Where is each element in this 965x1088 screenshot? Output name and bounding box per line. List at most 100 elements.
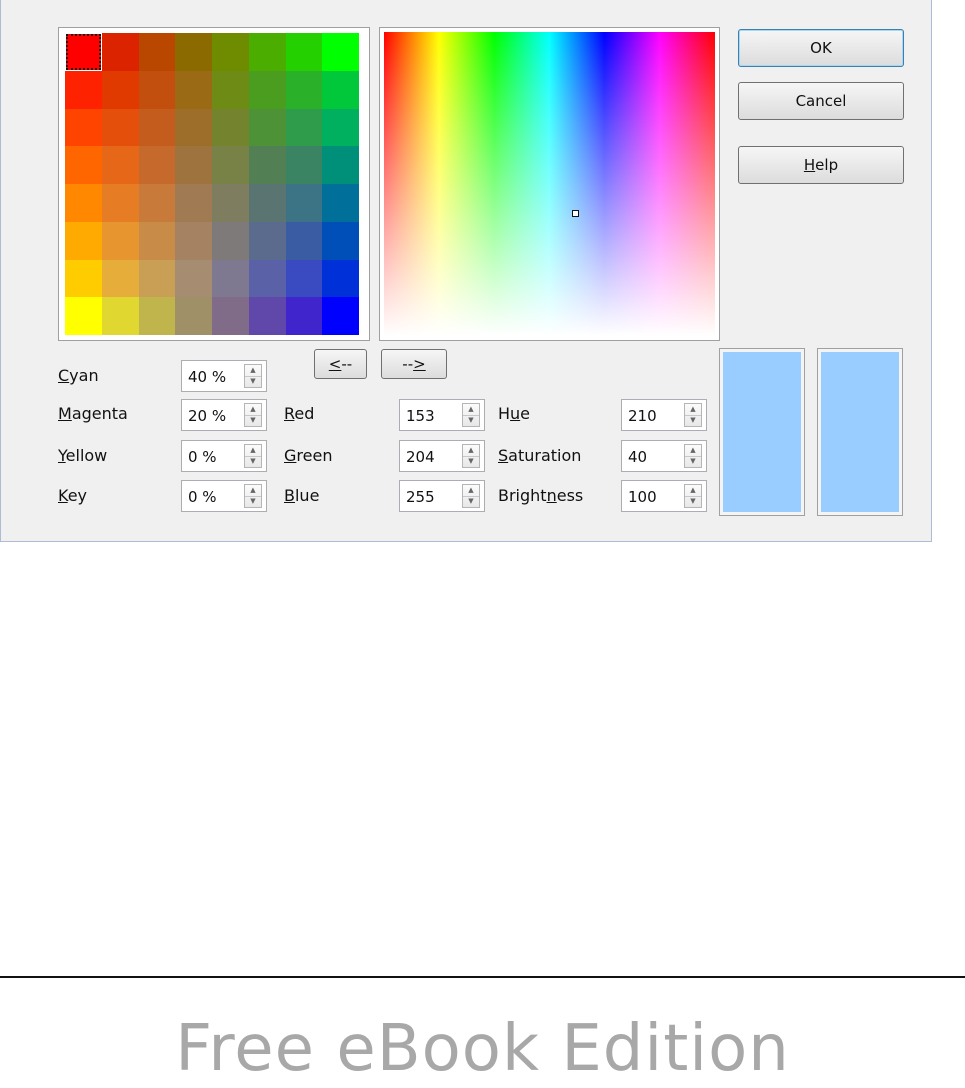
palette-swatch[interactable] <box>175 184 212 222</box>
palette-swatch[interactable] <box>175 221 212 260</box>
cyan-spinbox[interactable]: 40 % ▲ ▼ <box>181 360 267 392</box>
palette-swatch[interactable] <box>101 221 139 260</box>
cancel-button[interactable]: Cancel <box>738 82 904 120</box>
brightness-spinbox[interactable]: 100 ▲ ▼ <box>621 480 707 512</box>
cyan-spin-buttons[interactable]: ▲ ▼ <box>244 364 262 388</box>
hue-spin-buttons[interactable]: ▲ ▼ <box>684 403 702 427</box>
palette-swatch[interactable] <box>248 297 286 335</box>
copy-from-custom-button[interactable]: --> <box>381 349 447 379</box>
palette-swatch[interactable] <box>101 146 139 184</box>
palette-swatch[interactable] <box>285 297 323 335</box>
yellow-spin-buttons[interactable]: ▲ ▼ <box>244 444 262 468</box>
palette-swatch[interactable] <box>101 297 139 335</box>
palette-swatch[interactable] <box>65 33 102 71</box>
spectrum-selection-marker[interactable] <box>572 210 579 217</box>
palette-swatch[interactable] <box>101 259 139 298</box>
palette-swatch[interactable] <box>212 108 249 147</box>
palette-swatch[interactable] <box>248 221 286 260</box>
palette-swatch[interactable] <box>65 184 102 222</box>
palette-swatch[interactable] <box>285 108 323 147</box>
spin-down-icon[interactable]: ▼ <box>685 456 701 467</box>
saturation-spin-buttons[interactable]: ▲ ▼ <box>684 444 702 468</box>
palette-swatch[interactable] <box>322 33 359 71</box>
palette-swatch[interactable] <box>285 221 323 260</box>
spin-down-icon[interactable]: ▼ <box>463 456 479 467</box>
palette-swatch[interactable] <box>138 146 176 184</box>
palette-swatch[interactable] <box>138 184 176 222</box>
spin-down-icon[interactable]: ▼ <box>463 496 479 507</box>
palette-swatch[interactable] <box>175 33 212 71</box>
palette-swatch[interactable] <box>65 259 102 298</box>
spin-down-icon[interactable]: ▼ <box>685 496 701 507</box>
key-spinbox[interactable]: 0 % ▲ ▼ <box>181 480 267 512</box>
palette-swatch[interactable] <box>101 33 139 71</box>
palette-swatch[interactable] <box>322 108 359 147</box>
palette-swatch[interactable] <box>285 33 323 71</box>
palette-swatch[interactable] <box>248 33 286 71</box>
palette-swatch[interactable] <box>175 297 212 335</box>
yellow-spinbox[interactable]: 0 % ▲ ▼ <box>181 440 267 472</box>
palette-swatch[interactable] <box>248 184 286 222</box>
spin-down-icon[interactable]: ▼ <box>245 496 261 507</box>
saturation-spinbox[interactable]: 40 ▲ ▼ <box>621 440 707 472</box>
palette-swatch[interactable] <box>65 146 102 184</box>
palette-swatch[interactable] <box>101 70 139 109</box>
blue-spinbox[interactable]: 255 ▲ ▼ <box>399 480 485 512</box>
palette-swatch[interactable] <box>65 108 102 147</box>
palette-swatch[interactable] <box>322 259 359 298</box>
palette-swatch[interactable] <box>212 259 249 298</box>
key-spin-buttons[interactable]: ▲ ▼ <box>244 484 262 508</box>
palette-swatch[interactable] <box>212 184 249 222</box>
palette-swatch[interactable] <box>322 184 359 222</box>
color-spectrum-field[interactable] <box>379 27 720 341</box>
palette-swatch[interactable] <box>101 184 139 222</box>
spectrum-gradient[interactable] <box>384 32 715 336</box>
palette-swatch[interactable] <box>175 146 212 184</box>
palette-swatch[interactable] <box>285 184 323 222</box>
palette-swatch[interactable] <box>212 297 249 335</box>
help-button[interactable]: Help <box>738 146 904 184</box>
palette-swatch[interactable] <box>212 221 249 260</box>
magenta-spin-buttons[interactable]: ▲ ▼ <box>244 403 262 427</box>
spin-down-icon[interactable]: ▼ <box>245 456 261 467</box>
palette-swatch[interactable] <box>322 146 359 184</box>
palette-swatch[interactable] <box>138 70 176 109</box>
green-spinbox[interactable]: 204 ▲ ▼ <box>399 440 485 472</box>
palette-swatch[interactable] <box>101 108 139 147</box>
brightness-spin-buttons[interactable]: ▲ ▼ <box>684 484 702 508</box>
magenta-spinbox[interactable]: 20 % ▲ ▼ <box>181 399 267 431</box>
spin-down-icon[interactable]: ▼ <box>463 415 479 426</box>
palette-swatch[interactable] <box>212 33 249 71</box>
palette-swatch[interactable] <box>65 70 102 109</box>
palette-swatch[interactable] <box>138 259 176 298</box>
palette-swatch[interactable] <box>175 108 212 147</box>
palette-swatch[interactable] <box>248 259 286 298</box>
palette-swatch[interactable] <box>285 146 323 184</box>
ok-button[interactable]: OK <box>738 29 904 67</box>
palette-swatch[interactable] <box>285 70 323 109</box>
red-spin-buttons[interactable]: ▲ ▼ <box>462 403 480 427</box>
palette-swatch[interactable] <box>322 297 359 335</box>
palette-swatch[interactable] <box>138 108 176 147</box>
spin-down-icon[interactable]: ▼ <box>685 415 701 426</box>
palette-swatch[interactable] <box>175 70 212 109</box>
palette-swatch[interactable] <box>248 146 286 184</box>
palette-swatch[interactable] <box>138 297 176 335</box>
spin-down-icon[interactable]: ▼ <box>245 376 261 387</box>
palette-swatch[interactable] <box>322 221 359 260</box>
palette-swatch[interactable] <box>248 108 286 147</box>
green-spin-buttons[interactable]: ▲ ▼ <box>462 444 480 468</box>
palette-swatch[interactable] <box>212 146 249 184</box>
blue-spin-buttons[interactable]: ▲ ▼ <box>462 484 480 508</box>
red-spinbox[interactable]: 153 ▲ ▼ <box>399 399 485 431</box>
palette-swatch[interactable] <box>175 259 212 298</box>
palette-swatch[interactable] <box>212 70 249 109</box>
hue-spinbox[interactable]: 210 ▲ ▼ <box>621 399 707 431</box>
palette-swatch[interactable] <box>248 70 286 109</box>
palette-swatch[interactable] <box>285 259 323 298</box>
palette-swatch[interactable] <box>322 70 359 109</box>
palette-swatch[interactable] <box>65 297 102 335</box>
spin-down-icon[interactable]: ▼ <box>245 415 261 426</box>
copy-to-custom-button[interactable]: <-- <box>314 349 367 379</box>
palette-swatch[interactable] <box>65 221 102 260</box>
